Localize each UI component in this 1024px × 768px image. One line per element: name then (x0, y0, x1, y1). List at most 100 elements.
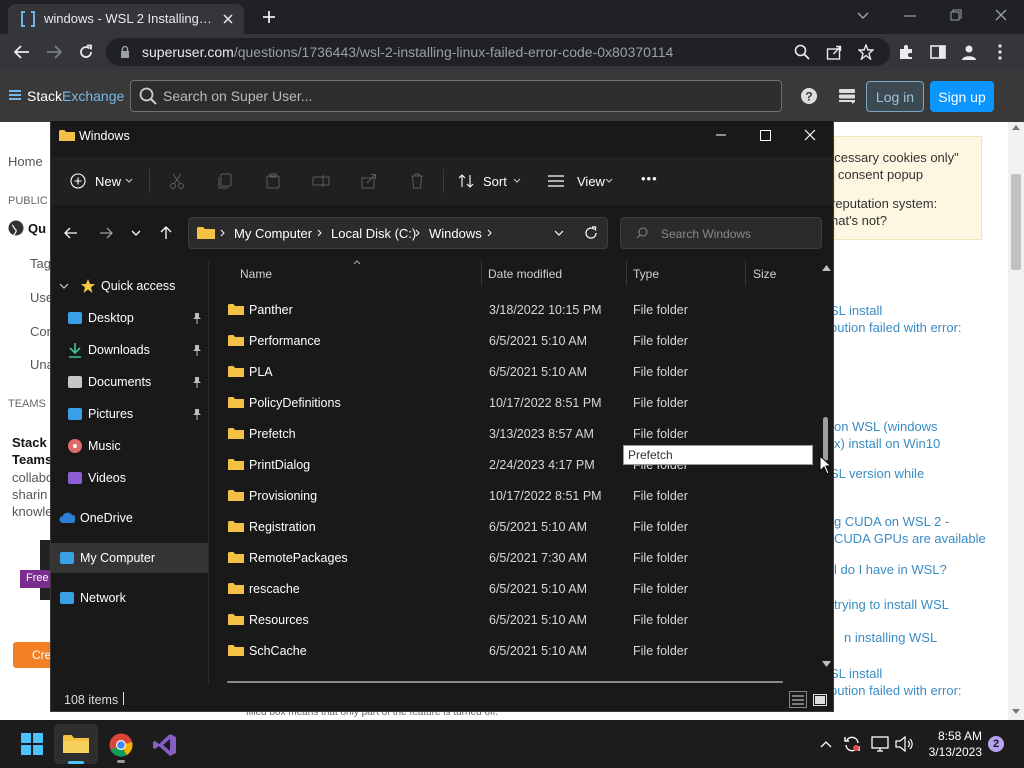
file-row[interactable]: Registration 6/5/2021 5:10 AM File folder (221, 512, 821, 543)
share-file-icon[interactable] (359, 171, 379, 191)
page-scroll-down-icon[interactable] (1012, 708, 1020, 714)
signup-button[interactable]: Sign up (930, 81, 994, 112)
window-maximize-icon[interactable] (755, 127, 775, 143)
file-row[interactable]: rescache 6/5/2021 5:10 AM File folder (221, 574, 821, 605)
related-link-5[interactable]: l do I have in WSL? (834, 562, 947, 577)
browser-menu-icon[interactable] (990, 42, 1010, 62)
related-link-1b[interactable]: bution failed with error: (830, 320, 962, 335)
page-scroll-up-icon[interactable] (1012, 124, 1020, 130)
tiles-view-icon[interactable] (811, 691, 829, 708)
file-row[interactable]: PolicyDefinitions 10/17/2022 8:51 PM File … (221, 388, 821, 419)
page-nav-companies[interactable]: Cor (30, 324, 51, 339)
nav-item-pictures[interactable]: Pictures (51, 399, 209, 429)
file-row[interactable]: RemotePackages 6/5/2021 7:30 AM File folde… (221, 543, 821, 574)
page-nav-tags[interactable]: Tag (30, 256, 51, 271)
page-scroll-thumb[interactable] (1011, 174, 1021, 270)
nav-item-network[interactable]: Network (51, 583, 209, 613)
view-button[interactable]: View (545, 169, 615, 193)
file-row[interactable]: PLA 6/5/2021 5:10 AM File folder (221, 357, 821, 388)
related-link-4a[interactable]: g CUDA on WSL 2 - (834, 514, 949, 529)
details-view-icon[interactable] (789, 691, 807, 708)
sync-icon[interactable] (842, 734, 862, 754)
sort-button[interactable]: Sort (455, 169, 525, 193)
explorer-forward-icon[interactable] (96, 223, 116, 243)
breadcrumb-my-computer[interactable]: My Computer (234, 226, 312, 241)
address-history-chevron-icon[interactable] (551, 226, 567, 240)
page-nav-questions[interactable]: Qu (28, 221, 46, 236)
delete-icon[interactable] (407, 171, 427, 191)
new-tab-icon[interactable] (258, 7, 280, 27)
notification-badge[interactable]: 2 (988, 736, 1004, 752)
address-bar[interactable]: superuser.com/questions/1736443/wsl-2-in… (106, 38, 890, 66)
site-search-input[interactable]: Search on Super User... (130, 80, 782, 112)
column-size[interactable]: Size (753, 267, 776, 295)
stackexchange-logo[interactable]: StackExchange (27, 88, 124, 104)
up-folder-icon[interactable] (156, 223, 176, 243)
breadcrumb-local-disk[interactable]: Local Disk (C:) (331, 226, 416, 241)
visual-studio-icon[interactable] (152, 732, 178, 758)
page-scrollbar[interactable] (1008, 122, 1024, 720)
pane-splitter[interactable] (208, 261, 209, 685)
create-team-button[interactable]: Cre (13, 642, 51, 668)
share-icon[interactable] (824, 42, 844, 62)
minimize-browser-icon[interactable] (900, 8, 920, 24)
file-row[interactable]: Performance 6/5/2021 5:10 AM File folder (221, 326, 821, 357)
nav-item-videos[interactable]: Videos (51, 463, 209, 493)
list-scroll-down-icon[interactable] (821, 660, 831, 668)
window-close-icon[interactable] (800, 127, 820, 143)
explorer-address-bar[interactable]: My Computer Local Disk (C:) Windows (188, 217, 608, 249)
column-divider[interactable] (626, 261, 627, 285)
paste-icon[interactable] (263, 171, 283, 191)
close-tab-icon[interactable] (220, 11, 236, 27)
related-link-2b[interactable]: x) install on Win10 (834, 436, 940, 451)
nav-item-my-computer[interactable]: My Computer (51, 543, 209, 573)
nav-item-quick-access[interactable]: Quick access (51, 271, 209, 301)
file-row[interactable]: Provisioning 10/17/2022 8:51 PM File folde… (221, 481, 821, 512)
related-link-6[interactable]: trying to install WSL (834, 597, 949, 612)
recent-locations-chevron-icon[interactable] (127, 223, 145, 243)
list-horizontal-scroll-thumb[interactable] (227, 681, 783, 683)
explorer-back-icon[interactable] (61, 223, 81, 243)
expanded-chevron-icon[interactable] (59, 281, 69, 291)
related-link-4b[interactable]: CUDA GPUs are available (834, 531, 986, 546)
clock-date[interactable]: 3/13/2023 (922, 745, 982, 759)
nav-item-documents[interactable]: Documents (51, 367, 209, 397)
restore-browser-icon[interactable] (946, 6, 966, 24)
clock-time[interactable]: 8:58 AM (922, 729, 982, 743)
tab-search-chevron-icon[interactable] (854, 8, 872, 24)
side-panel-icon[interactable] (928, 42, 948, 62)
browser-tab[interactable]: windows - WSL 2 Installing Linux (8, 4, 244, 34)
file-row[interactable]: Panther 3/18/2022 10:15 PM File folder (221, 295, 821, 326)
taskbar-explorer-button[interactable] (54, 724, 98, 764)
login-button[interactable]: Log in (866, 81, 924, 112)
more-options-button[interactable]: ••• (641, 171, 658, 186)
refresh-icon[interactable] (582, 224, 600, 242)
site-switcher-icon[interactable] (838, 87, 856, 105)
related-link-8a[interactable]: SL install (830, 666, 882, 681)
page-nav-home[interactable]: Home (8, 154, 43, 169)
show-hidden-icons-chevron-icon[interactable] (818, 736, 834, 752)
nav-item-onedrive[interactable]: OneDrive (51, 503, 209, 533)
file-row[interactable]: Resources 6/5/2021 5:10 AM File folder (221, 605, 821, 636)
zoom-search-icon[interactable] (792, 42, 812, 62)
bookmark-star-icon[interactable] (856, 42, 876, 62)
related-link-8b[interactable]: bution failed with error: (830, 683, 962, 698)
profile-avatar-icon[interactable] (958, 41, 980, 63)
start-windows-icon[interactable] (20, 732, 44, 756)
column-name[interactable]: Name (240, 267, 272, 295)
nav-item-downloads[interactable]: Downloads (51, 335, 209, 365)
hamburger-menu-icon[interactable] (8, 88, 22, 102)
list-scroll-up-icon[interactable] (821, 264, 831, 272)
window-minimize-icon[interactable] (711, 127, 731, 143)
reload-icon[interactable] (76, 42, 96, 62)
file-row[interactable]: SchCache 6/5/2021 5:10 AM File folder (221, 636, 821, 667)
forward-icon[interactable] (44, 42, 64, 62)
lock-icon[interactable] (118, 45, 132, 59)
column-date-modified[interactable]: Date modified (488, 267, 562, 295)
chrome-icon[interactable] (108, 732, 134, 758)
related-link-7[interactable]: n installing WSL (844, 630, 937, 645)
related-link-1a[interactable]: SL install (830, 303, 882, 318)
copy-icon[interactable] (215, 171, 235, 191)
related-link-3[interactable]: SL version while (830, 466, 924, 481)
extensions-puzzle-icon[interactable] (896, 42, 916, 62)
